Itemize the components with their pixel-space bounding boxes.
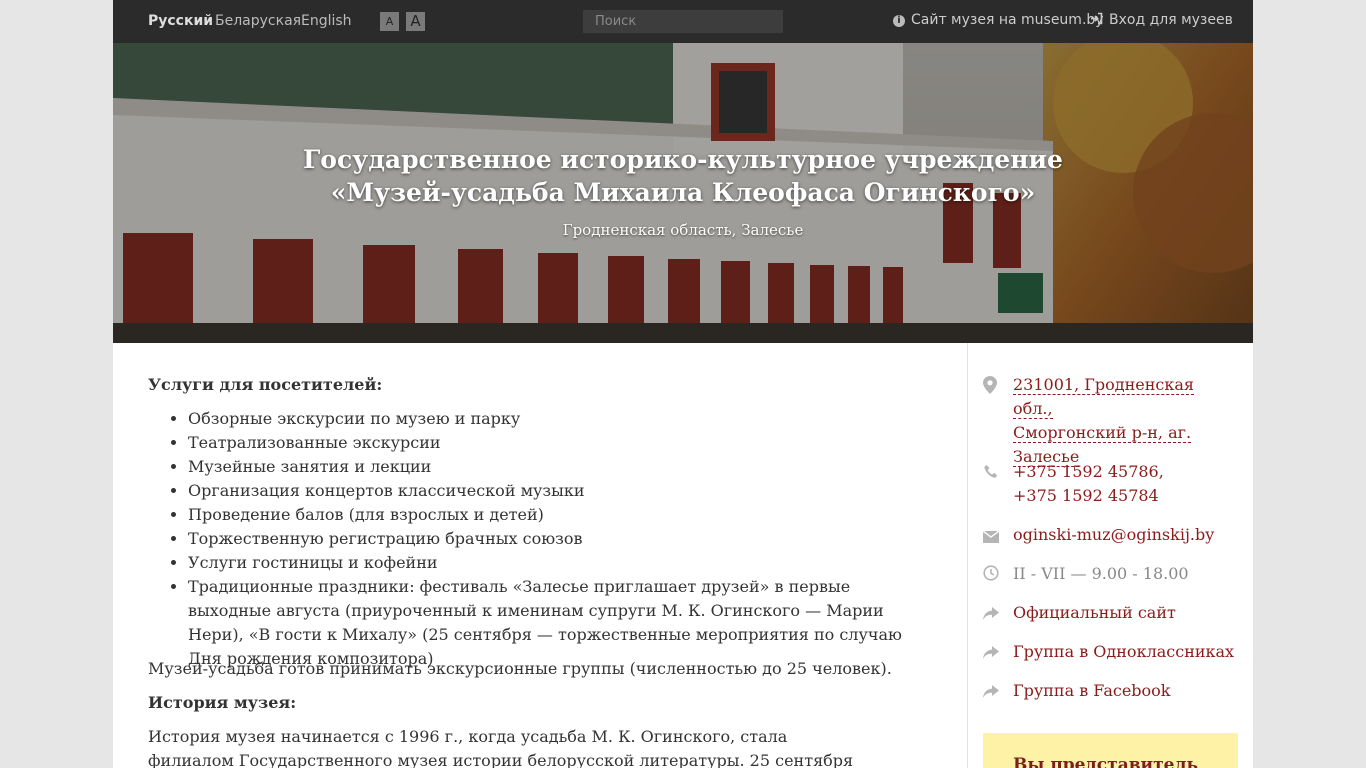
hero-banner: Государственное историко-культурное учре… — [113, 43, 1253, 343]
map-marker-icon — [983, 376, 999, 394]
clock-icon — [983, 564, 999, 582]
envelope-icon — [982, 526, 1000, 544]
share-arrow-icon — [983, 604, 999, 622]
museum-site-label: Сайт музея на museum.by — [911, 12, 1104, 28]
official-site-link[interactable]: Официальный сайт — [1013, 603, 1176, 622]
services-heading: Услуги для посетителей: — [148, 375, 383, 394]
groups-text: Музей-усадьба готов принимать экскурсион… — [148, 659, 892, 678]
services-list: Обзорные экскурсии по музею и парку Теат… — [148, 407, 938, 671]
facebook-group-link[interactable]: Группа в Facebook — [1013, 681, 1170, 700]
font-increase-button[interactable]: A — [406, 12, 425, 31]
hero-title-line2: «Музей-усадьба Михаила Клеофаса Огинског… — [330, 178, 1036, 207]
list-item: Театрализованные экскурсии — [188, 431, 938, 455]
history-text: История музея начинается с 1996 г., когд… — [148, 727, 854, 768]
email-link[interactable]: oginski-muz@oginskij.by — [1013, 525, 1214, 544]
search-input[interactable] — [583, 10, 783, 33]
lang-belarusian[interactable]: Беларуская — [215, 13, 301, 29]
phone-separator: , — [1158, 462, 1164, 481]
phone-link-2[interactable]: +375 1592 45784 — [1013, 486, 1159, 505]
list-item: Организация концертов классической музык… — [188, 479, 938, 503]
hero-title-line1: Государственное историко-культурное учре… — [303, 145, 1063, 174]
address-line2: Сморгонский р-н, аг. — [1013, 423, 1192, 443]
museum-login-label: Вход для музеев — [1109, 12, 1233, 28]
address-link[interactable]: 231001, Гродненская обл., Сморгонский р-… — [1013, 373, 1238, 469]
museum-site-link[interactable]: i Сайт музея на museum.by — [893, 12, 1104, 28]
hero-subtitle: Гродненская область, Залесье — [562, 221, 804, 239]
page: Русский Беларуская English A A i Сайт муз… — [113, 0, 1253, 768]
share-arrow-icon — [983, 682, 999, 700]
phone-link-1[interactable]: +375 1592 45786 — [1013, 462, 1159, 481]
museum-representative-box: Вы представитель — [983, 733, 1238, 768]
list-item: Торжественную регистрацию брачных союзов — [188, 527, 938, 551]
phone-icon — [983, 463, 999, 481]
address-line1: 231001, Гродненская обл., — [1013, 375, 1194, 419]
sign-in-icon — [1090, 12, 1103, 28]
column-divider — [967, 343, 968, 768]
list-item: Музейные занятия и лекции — [188, 455, 938, 479]
museum-login-link[interactable]: Вход для музеев — [1090, 12, 1233, 28]
info-icon: i — [893, 15, 905, 27]
promo-heading: Вы представитель — [1013, 755, 1198, 768]
font-increase-icon: A — [410, 12, 421, 30]
hero-title: Государственное историко-культурное учре… — [113, 143, 1253, 209]
list-item: Услуги гостиницы и кофейни — [188, 551, 938, 575]
list-item: Обзорные экскурсии по музею и парку — [188, 407, 938, 431]
top-bar: Русский Беларуская English A A i Сайт муз… — [113, 0, 1253, 43]
font-decrease-icon: A — [385, 15, 394, 28]
history-heading: История музея: — [148, 693, 297, 712]
font-decrease-button[interactable]: A — [380, 12, 399, 31]
list-item: Проведение балов (для взрослых и детей) — [188, 503, 938, 527]
share-arrow-icon — [983, 643, 999, 661]
lang-english[interactable]: English — [301, 13, 352, 29]
odnoklassniki-group-link[interactable]: Группа в Одноклассниках — [1013, 642, 1234, 661]
opening-hours: II - VII — 9.00 - 18.00 — [1013, 564, 1189, 583]
lang-russian[interactable]: Русский — [148, 13, 213, 29]
